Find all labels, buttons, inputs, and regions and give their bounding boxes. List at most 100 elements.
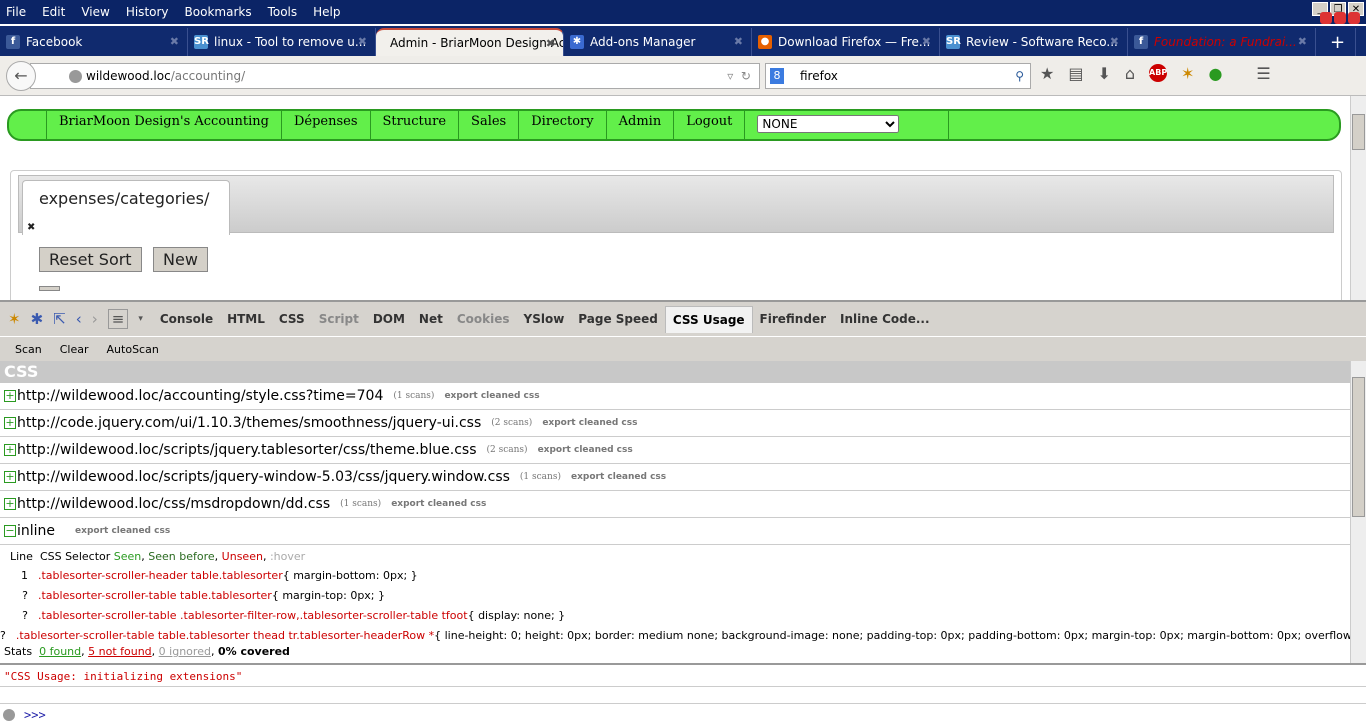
tab-expenses-categories[interactable]: expenses/categories/✖ — [22, 180, 230, 235]
site-nav-4[interactable]: Directory — [518, 111, 605, 139]
file-url: http://code.jquery.com/ui/1.10.3/themes/… — [17, 415, 482, 431]
expand-icon[interactable]: + — [4, 498, 16, 510]
css-panel-scrollbar[interactable] — [1350, 361, 1366, 663]
inspect-bug-icon[interactable]: ✱ — [31, 310, 44, 328]
menu-view[interactable]: View — [81, 5, 109, 19]
adblock-icon[interactable]: ABP — [1149, 64, 1167, 82]
site-nav-0[interactable]: BriarMoon Design's Accounting — [46, 111, 281, 139]
export-link[interactable]: export cleaned css — [542, 418, 637, 428]
panel-menu-icon[interactable]: ≡ — [107, 309, 129, 329]
menu-help[interactable]: Help — [313, 5, 340, 19]
autoscan-button[interactable]: AutoScan — [107, 343, 159, 356]
minimize-firebug-icon[interactable] — [1320, 12, 1332, 24]
reload-icon[interactable]: ▿ ↻ — [727, 64, 751, 88]
site-nav-3[interactable]: Sales — [458, 111, 518, 139]
tab-css-usage[interactable]: CSS Usage — [664, 305, 753, 333]
export-link[interactable]: export cleaned css — [538, 445, 633, 455]
reset-sort-button[interactable]: Reset Sort — [39, 247, 142, 272]
collapse-icon[interactable]: − — [4, 525, 16, 537]
google-icon: 8 — [770, 68, 784, 84]
close-firebug-icon[interactable] — [1348, 12, 1360, 24]
browser-tab[interactable]: f Foundation: a Fundrai... ✖ — [1128, 28, 1316, 56]
close-tab-icon[interactable]: ✖ — [734, 35, 743, 48]
tab-yslow[interactable]: YSlow — [517, 306, 572, 332]
forward-icon[interactable]: › — [92, 310, 98, 328]
tab-page-speed[interactable]: Page Speed — [571, 306, 665, 332]
css-file-row[interactable]: + http://code.jquery.com/ui/1.10.3/themes… — [0, 410, 1350, 437]
bookmark-star-icon[interactable]: ★ — [1040, 64, 1054, 83]
inspect-element-icon[interactable]: ⇱ — [53, 310, 66, 328]
css-file-row[interactable]: + http://wildewood.loc/accounting/style.c… — [0, 383, 1350, 410]
search-input[interactable]: 8 firefox ⚲ — [765, 63, 1031, 89]
close-tab-icon[interactable]: ✖ — [170, 35, 179, 48]
tab-script[interactable]: Script — [312, 306, 366, 332]
site-nav-1[interactable]: Dépenses — [280, 111, 370, 139]
browser-tab[interactable]: ✱ Add-ons Manager ✖ — [564, 28, 752, 56]
close-tab-icon[interactable]: ✖ — [922, 35, 931, 48]
address-bar[interactable]: wildewood.loc/accounting/ ▿ ↻ — [30, 63, 760, 89]
tab-html[interactable]: HTML — [220, 306, 272, 332]
page-scrollbar[interactable] — [1350, 96, 1366, 300]
menu-bookmarks[interactable]: Bookmarks — [185, 5, 252, 19]
tab-dom[interactable]: DOM — [366, 306, 412, 332]
console-message: "CSS Usage: initializing extensions" — [0, 665, 1366, 687]
new-tab-button[interactable]: + — [1316, 28, 1356, 56]
menu-icon[interactable]: ☰ — [1256, 64, 1270, 83]
export-link[interactable]: export cleaned css — [444, 391, 539, 401]
close-tab-icon[interactable]: ✖ — [1298, 35, 1307, 48]
small-button[interactable] — [39, 286, 60, 291]
command-editor-icon[interactable] — [3, 709, 15, 721]
site-nav-2[interactable]: Structure — [369, 111, 459, 139]
tab-css[interactable]: CSS — [272, 306, 312, 332]
tab-inline-code-[interactable]: Inline Code... — [833, 306, 937, 332]
css-file-row[interactable]: + http://wildewood.loc/scripts/jquery-win… — [0, 464, 1350, 491]
greasemonkey-icon[interactable]: ● — [1208, 64, 1222, 83]
download-icon[interactable]: ⬇ — [1097, 64, 1110, 83]
export-link[interactable]: export cleaned css — [391, 499, 486, 509]
back-button[interactable]: ← — [6, 61, 36, 91]
close-tab-icon[interactable]: ✖ — [27, 222, 35, 233]
export-link[interactable]: export cleaned css — [571, 472, 666, 482]
clear-button[interactable]: Clear — [60, 343, 89, 356]
browser-tab[interactable]: SR Review - Software Reco... ✖ — [940, 28, 1128, 56]
close-tab-icon[interactable]: ✖ — [1110, 35, 1119, 48]
tab-console[interactable]: Console — [153, 306, 220, 332]
command-line[interactable]: >>> — [0, 703, 1366, 727]
css-file-row[interactable]: + http://wildewood.loc/scripts/jquery.tab… — [0, 437, 1350, 464]
new-button[interactable]: New — [153, 247, 208, 272]
menu-history[interactable]: History — [126, 5, 169, 19]
home-icon[interactable]: ⌂ — [1125, 64, 1135, 83]
browser-tab[interactable]: Admin - BriarMoon Design Ac... ✖ — [376, 28, 564, 56]
browser-tab[interactable]: SR linux - Tool to remove u... ✖ — [188, 28, 376, 56]
close-tab-icon[interactable]: ✖ — [358, 35, 367, 48]
css-file-row[interactable]: + http://wildewood.loc/css/msdropdown/dd.… — [0, 491, 1350, 518]
tab-net[interactable]: Net — [412, 306, 450, 332]
detach-firebug-icon[interactable] — [1334, 12, 1346, 24]
inline-row[interactable]: − inline export cleaned css — [0, 518, 1350, 545]
dropdown-icon[interactable]: ▾ — [138, 314, 143, 324]
expand-icon[interactable]: + — [4, 444, 16, 456]
search-icon[interactable]: ⚲ — [1015, 64, 1024, 88]
tab-label: Foundation: a Fundrai... — [1154, 35, 1297, 49]
back-icon[interactable]: ‹ — [76, 310, 82, 328]
menu-tools[interactable]: Tools — [268, 5, 298, 19]
export-link[interactable]: export cleaned css — [75, 526, 170, 536]
scan-button[interactable]: Scan — [15, 343, 42, 356]
line-number: 1 — [21, 569, 28, 582]
expand-icon[interactable]: + — [4, 471, 16, 483]
tab-firefinder[interactable]: Firefinder — [753, 306, 833, 332]
bookmarks-list-icon[interactable]: ▤ — [1068, 64, 1083, 83]
browser-tab[interactable]: ● Download Firefox — Fre... ✖ — [752, 28, 940, 56]
firebug-icon[interactable]: ✶ — [1181, 64, 1194, 83]
site-nav-6[interactable]: Logout — [673, 111, 744, 139]
expand-icon[interactable]: + — [4, 390, 16, 402]
tab-cookies[interactable]: Cookies — [450, 306, 517, 332]
close-tab-icon[interactable]: ✖ — [546, 37, 555, 50]
menu-edit[interactable]: Edit — [42, 5, 65, 19]
company-select[interactable]: NONE — [757, 115, 900, 133]
site-nav-5[interactable]: Admin — [605, 111, 674, 139]
browser-tab[interactable]: f Facebook ✖ — [0, 28, 188, 56]
menu-file[interactable]: File — [6, 5, 26, 19]
expand-icon[interactable]: + — [4, 417, 16, 429]
firebug-icon[interactable]: ✶ — [8, 310, 21, 328]
